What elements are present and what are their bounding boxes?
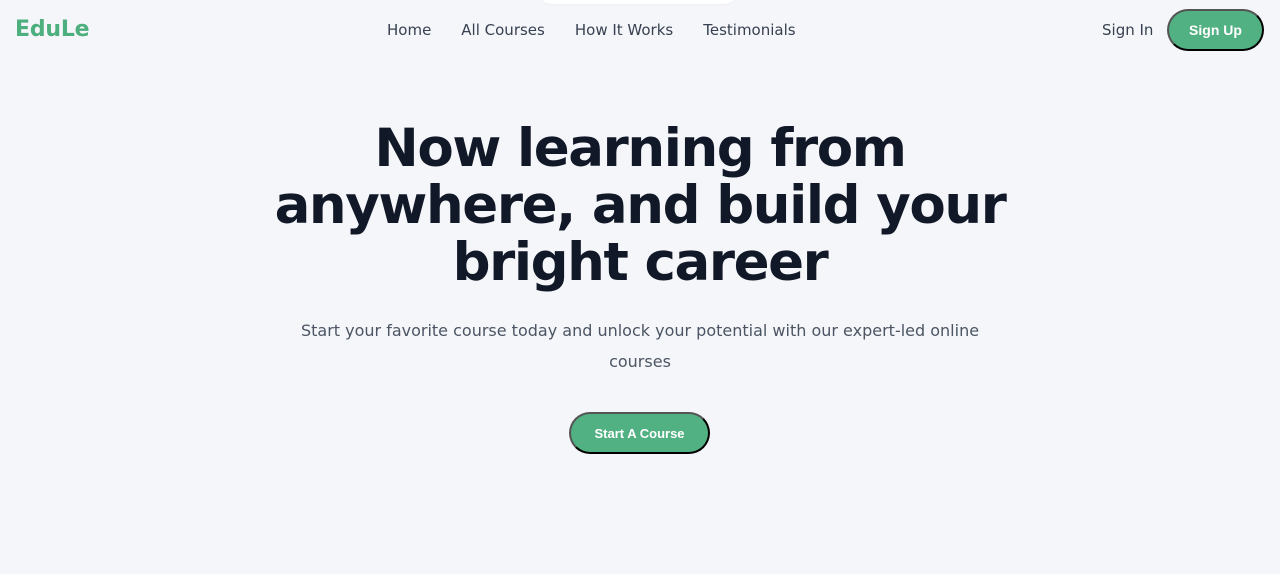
top-highlight	[538, 0, 738, 4]
brand-logo[interactable]: EduLe	[15, 15, 90, 45]
top-navbar: EduLe Home All Courses How It Works Test…	[0, 0, 1280, 60]
hero-title: Now learning from anywhere, and build yo…	[274, 118, 1007, 293]
sign-in-link[interactable]: Sign In	[1102, 19, 1153, 41]
nav-link-all-courses[interactable]: All Courses	[461, 19, 545, 41]
nav-link-how-it-works[interactable]: How It Works	[575, 19, 673, 41]
hero-subtitle: Start your favorite course today and unl…	[300, 321, 980, 371]
nav-link-home[interactable]: Home	[387, 19, 431, 41]
nav-link-testimonials[interactable]: Testimonials	[703, 19, 795, 41]
primary-navigation: Home All Courses How It Works Testimonia…	[387, 19, 796, 41]
sign-up-button[interactable]: Sign Up	[1167, 9, 1264, 51]
start-course-button[interactable]: Start A Course	[569, 412, 710, 454]
